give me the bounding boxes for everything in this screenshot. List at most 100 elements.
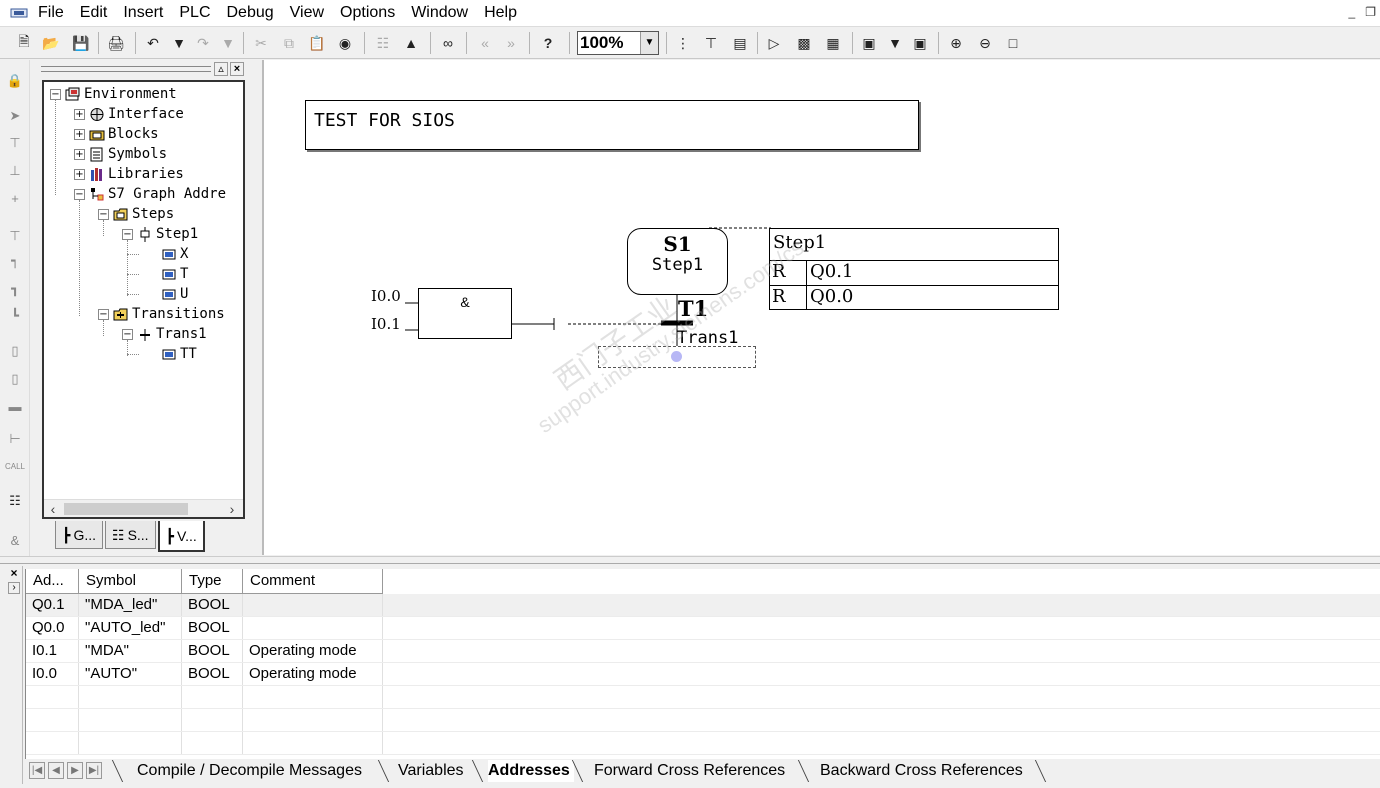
column-header-comment[interactable]: Comment [243,569,383,594]
step-transition-icon[interactable]: ⊤ [4,132,26,154]
last-tab-icon[interactable]: ▶| [86,762,102,779]
cut-icon[interactable]: ✂ [250,32,272,54]
tree-item-step1[interactable]: − Step1 [122,224,198,244]
zoom-in-icon[interactable]: ⊕ [945,32,967,54]
tree-item-graph-address[interactable]: − S7 Graph Addre [74,184,226,204]
tab-addresses[interactable]: Addresses [488,760,574,782]
find-icon[interactable]: ◉ [334,32,356,54]
column-header-address[interactable]: Ad... [26,569,79,594]
expand-icon[interactable]: + [74,148,85,160]
table-row[interactable]: I0.1 "MDA" BOOL Operating mode [26,640,1380,663]
first-tab-icon[interactable]: |◀ [29,762,45,779]
menu-file[interactable]: File [38,4,64,22]
jump-tool-icon[interactable]: ┗ [4,305,26,327]
collapse-icon[interactable]: − [122,228,133,240]
zoom-out-icon[interactable]: ⊖ [974,32,996,54]
chevron-down-icon[interactable]: ▼ [640,32,658,54]
pointer-icon[interactable]: ➤ [4,105,26,127]
tree-item-steps[interactable]: − Steps [98,204,174,224]
help-icon[interactable]: ? [537,32,559,54]
tab-variables-details[interactable]: Variables [398,760,464,782]
alternative-icon[interactable]: ▦ [822,32,844,54]
collapse-icon[interactable]: − [122,328,133,340]
tab-forward-cross-references[interactable]: Forward Cross References [594,760,785,782]
print-icon[interactable]: 🖨 [105,32,127,54]
scroll-thumb[interactable] [64,503,188,515]
ladder-icon[interactable]: ☷ [4,490,26,512]
prev-tab-icon[interactable]: ◀ [48,762,64,779]
step-icon[interactable]: ⋮ [672,32,694,54]
new-icon[interactable]: 🗎 [13,32,35,54]
menu-help[interactable]: Help [484,4,517,22]
simultaneous-icon[interactable]: ▩ [793,32,815,54]
expand-icon[interactable]: + [74,168,85,180]
lock-icon[interactable]: 🔒 [4,70,26,92]
branch-open-icon[interactable]: ⊤ [4,225,26,247]
input-label-i01[interactable]: I0.1 [371,315,401,333]
jump-icon[interactable]: ▷ [763,32,785,54]
menu-window[interactable]: Window [411,4,468,22]
tree-item-blocks[interactable]: + Blocks [74,124,159,144]
insert-transition-icon[interactable]: + [4,188,26,210]
tree-item-environment[interactable]: − Environment [50,84,177,104]
collapse-icon[interactable]: − [98,208,109,220]
input-label-i00[interactable]: I0.0 [371,287,401,305]
zoom-select[interactable]: 100% ▼ [577,31,659,55]
pin-icon[interactable]: › [8,582,20,594]
fit-icon[interactable]: □ [1002,32,1024,54]
tree-item-interface[interactable]: + Interface [74,104,184,124]
step-tool-icon[interactable]: ▯ [4,340,26,362]
display-dropdown-icon[interactable]: ▼ [884,32,906,54]
monitor-icon[interactable]: ∞ [437,32,459,54]
close-icon[interactable]: × [8,567,20,580]
insert-step-icon[interactable]: ⊥ [4,160,26,182]
sim-branch-icon[interactable]: ┓ [4,278,26,300]
scroll-left-icon[interactable]: ‹ [44,500,62,517]
undo-dropdown-icon[interactable]: ▼ [168,32,190,54]
action-line-icon[interactable]: ▬ [4,396,26,418]
prev-icon[interactable]: « [474,32,496,54]
minimize-button[interactable]: _ [1349,5,1356,19]
redo-icon[interactable]: ↷ [192,32,214,54]
and-block[interactable]: & [418,288,512,339]
table-row[interactable]: Q0.1 "MDA_led" BOOL [26,594,1380,617]
call-icon[interactable]: CALL [4,456,26,478]
tab-compile-messages[interactable]: Compile / Decompile Messages [137,760,362,782]
permanent-icon[interactable]: ▯ [4,368,26,390]
tab-variables[interactable]: ┣ V... [157,521,205,552]
next-icon[interactable]: » [500,32,522,54]
fbd-and-icon[interactable]: & [4,530,26,552]
undo-icon[interactable]: ↶ [142,32,164,54]
scroll-right-icon[interactable]: › [223,500,241,517]
tree-item-u[interactable]: U [160,284,188,304]
horizontal-splitter[interactable] [0,556,1380,564]
branch-icon[interactable]: ▤ [729,32,751,54]
network-icon[interactable]: ☷ [372,32,394,54]
next-tab-icon[interactable]: ▶ [67,762,83,779]
tab-backward-cross-references[interactable]: Backward Cross References [820,760,1023,782]
tab-graph[interactable]: ┣ G... [55,521,103,549]
column-header-symbol[interactable]: Symbol [79,569,182,594]
menu-options[interactable]: Options [340,4,395,22]
download-icon[interactable]: ▲ [400,32,422,54]
action-table[interactable]: Step1 R Q0.1 R Q0.0 [769,228,1059,310]
tree-item-libraries[interactable]: + Libraries [74,164,184,184]
tree-horizontal-scrollbar[interactable]: ‹ › [44,499,243,517]
overview-icon[interactable]: ▣ [909,32,931,54]
close-icon[interactable]: × [230,62,244,76]
graph-editor-canvas[interactable]: TEST FOR SIOS S1 Step1 Step1 R Q0.1 R Q0… [262,60,1380,555]
expand-icon[interactable]: + [74,128,85,140]
tree-item-t[interactable]: T [160,264,188,284]
table-row[interactable]: I0.0 "AUTO" BOOL Operating mode [26,663,1380,686]
panel-grip[interactable] [41,66,211,72]
tree-item-tt[interactable]: TT [160,344,197,364]
copy-icon[interactable]: ⧉ [278,32,300,54]
collapse-icon[interactable]: − [98,308,109,320]
tree-item-trans1[interactable]: − Trans1 [122,324,207,344]
tree-item-transitions[interactable]: − Transitions [98,304,225,324]
display-icon[interactable]: ▣ [858,32,880,54]
menu-plc[interactable]: PLC [179,4,210,22]
paste-icon[interactable]: 📋 [306,32,328,54]
table-row[interactable]: Q0.0 "AUTO_led" BOOL [26,617,1380,640]
collapse-icon[interactable]: − [50,88,61,100]
